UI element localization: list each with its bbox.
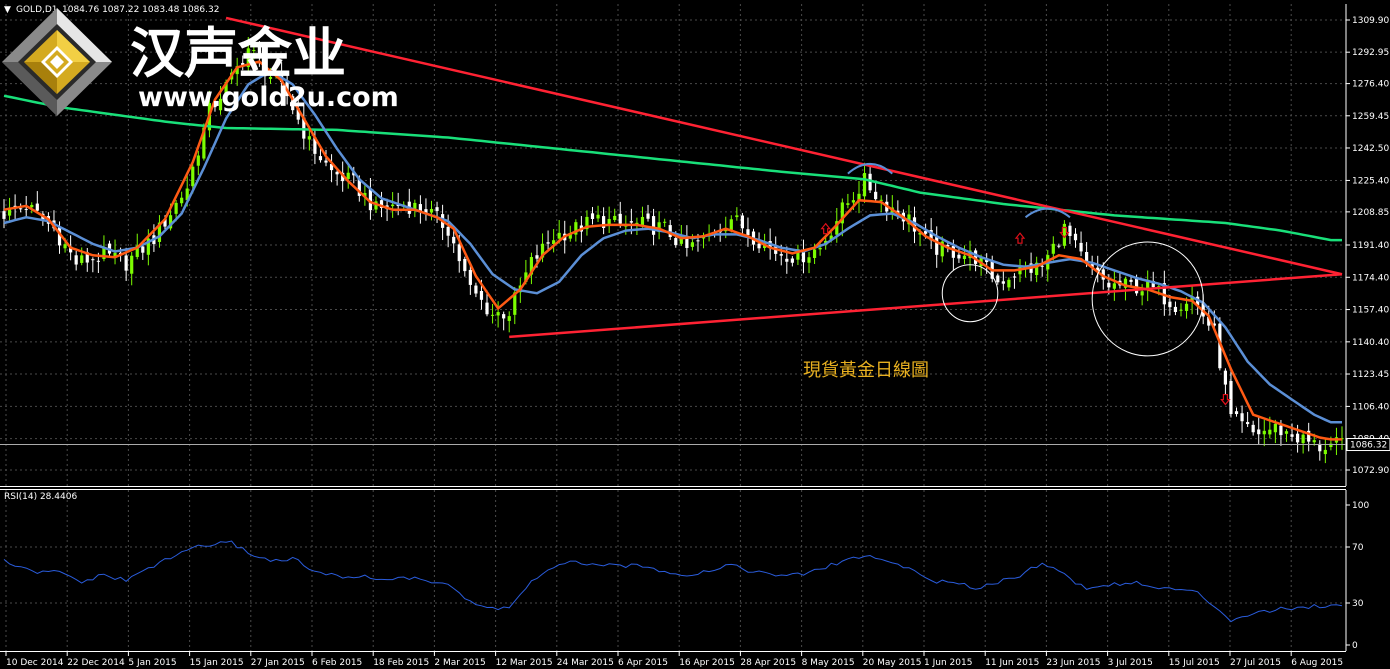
y-tick-label: 1276.40	[1352, 80, 1389, 90]
y-tick-label: 1208.85	[1352, 208, 1389, 218]
gold-daily-chart: 1309.90 1292.95 1276.40 1259.45 1242.50 1225.…	[0, 0, 1390, 669]
x-tick-label: 24 Mar 2015	[557, 658, 614, 668]
rsi-tick-label: 0	[1352, 641, 1358, 651]
x-tick-label: 27 Jan 2015	[251, 658, 305, 668]
x-tick-label: 16 Apr 2015	[679, 658, 735, 668]
x-tick-label: 27 Jul 2015	[1230, 658, 1281, 668]
x-tick-label: 2 Mar 2015	[434, 658, 485, 668]
rsi-tick-label: 100	[1352, 501, 1369, 511]
header-symbol: GOLD,D1	[16, 5, 58, 15]
y-tick-label: 1106.40	[1352, 402, 1389, 412]
chart-annotation: 現貨黃金日線圖	[803, 360, 929, 381]
rsi-tick-label: 30	[1352, 599, 1364, 609]
x-tick-label: 18 Feb 2015	[373, 658, 429, 668]
x-tick-label: 3 Jul 2015	[1108, 658, 1153, 668]
brand-url: www.gold2u.com	[138, 82, 399, 113]
x-tick-label: 23 Jun 2015	[1046, 658, 1100, 668]
header-arrow: ▼	[4, 5, 11, 15]
header-bar: ▼ GOLD,D1 1084.76 1087.22 1083.48 1086.3…	[4, 5, 219, 15]
y-tick-label: 1140.40	[1352, 338, 1389, 348]
y-tick-label: 1292.95	[1352, 48, 1389, 58]
header-ohlc: 1084.76 1087.22 1083.48 1086.32	[62, 5, 219, 15]
rsi-header: RSI(14) 28.4406	[4, 492, 77, 502]
candle	[1062, 220, 1067, 249]
y-tick-label: 1191.40	[1352, 241, 1389, 251]
y-tick-label: 1072.90	[1352, 466, 1389, 476]
y-tick-label: 1242.50	[1352, 144, 1389, 154]
y-tick-label: 1174.40	[1352, 273, 1389, 283]
x-tick-label: 8 May 2015	[802, 658, 855, 668]
x-tick-label: 5 Jan 2015	[128, 658, 176, 668]
y-tick-label: 1123.45	[1352, 370, 1389, 380]
x-tick-label: 20 May 2015	[863, 658, 922, 668]
x-tick-label: 22 Dec 2014	[67, 658, 125, 668]
x-tick-label: 28 Apr 2015	[740, 658, 796, 668]
x-tick-label: 1 Jun 2015	[924, 658, 972, 668]
y-tick-label: 1157.40	[1352, 306, 1389, 316]
y-tick-label: 1225.40	[1352, 176, 1389, 186]
x-tick-label: 15 Jul 2015	[1169, 658, 1220, 668]
x-tick-label: 6 Aug 2015	[1291, 658, 1343, 668]
rsi-tick-label: 70	[1352, 543, 1364, 553]
current-price-label: 1086.32	[1350, 441, 1387, 451]
x-tick-label: 6 Feb 2015	[312, 658, 362, 668]
x-tick-label: 12 Mar 2015	[496, 658, 553, 668]
y-tick-label: 1259.45	[1352, 112, 1389, 122]
x-tick-label: 6 Apr 2015	[618, 658, 668, 668]
brand-name: 汉声金业	[130, 22, 346, 85]
x-tick-label: 10 Dec 2014	[6, 658, 64, 668]
x-tick-label: 11 Jun 2015	[985, 658, 1039, 668]
price-axis: 1309.90 1292.95 1276.40 1259.45 1242.50 1225.…	[1346, 16, 1389, 476]
y-tick-label: 1309.90	[1352, 16, 1389, 26]
x-tick-label: 15 Jan 2015	[190, 658, 244, 668]
